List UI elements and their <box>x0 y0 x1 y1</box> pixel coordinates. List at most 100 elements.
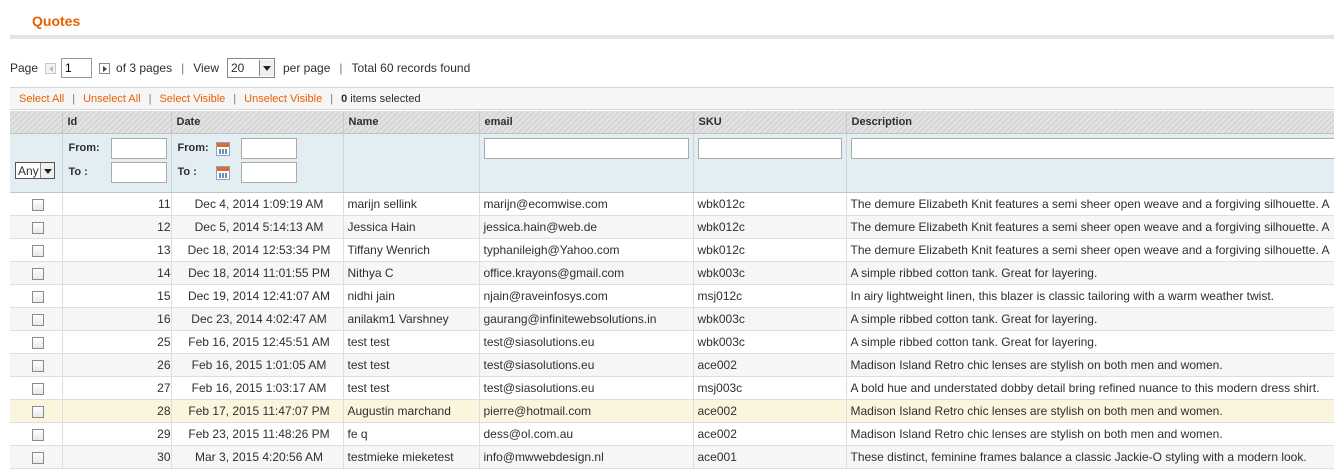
cell-name: marijn sellink <box>343 192 480 216</box>
table-row[interactable]: 30 Mar 3, 2015 4:20:56 AM testmieke mieket… <box>10 445 1334 469</box>
row-checkbox[interactable] <box>31 290 44 303</box>
cell-id: 25 <box>62 330 172 354</box>
date-to-input[interactable] <box>240 162 297 183</box>
cell-description: A simple ribbed cotton tank. Great for l… <box>846 261 1334 285</box>
cell-email: pierre@hotmail.com <box>479 399 694 423</box>
cell-description: In airy lightweight linen, this blazer i… <box>846 284 1334 308</box>
cell-sku: wbk003c <box>693 307 847 331</box>
filter-id-cell: From: To : <box>62 133 172 193</box>
cell-sku: msj003c <box>693 376 847 400</box>
cell-select <box>10 215 63 239</box>
unselect-visible-link[interactable]: Unselect Visible <box>244 93 322 105</box>
cell-description: The demure Elizabeth Knit features a sem… <box>846 238 1334 262</box>
row-checkbox[interactable] <box>31 359 44 372</box>
cell-description: A bold hue and understated dobby detail … <box>846 376 1334 400</box>
row-checkbox[interactable] <box>31 313 44 326</box>
cell-email: jessica.hain@web.de <box>479 215 694 239</box>
cell-date: Dec 18, 2014 11:01:55 PM <box>171 261 344 285</box>
pager-separator: | <box>181 61 185 75</box>
id-from-input[interactable] <box>110 138 167 159</box>
table-row[interactable]: 27 Feb 16, 2015 1:03:17 AM test test test@s… <box>10 376 1334 400</box>
row-checkbox[interactable] <box>31 198 44 211</box>
unselect-all-link[interactable]: Unselect All <box>83 93 140 105</box>
cell-id: 13 <box>62 238 172 262</box>
selected-count-label: items selected <box>350 92 421 105</box>
any-filter-select[interactable]: Any <box>15 162 55 179</box>
table-row[interactable]: 13 Dec 18, 2014 12:53:34 PM Tiffany Wenric… <box>10 238 1334 262</box>
pager-of-pages: of 3 pages <box>116 61 173 75</box>
table-row[interactable]: 14 Dec 18, 2014 11:01:55 PM Nithya Coffice… <box>10 261 1334 285</box>
chevron-down-icon[interactable] <box>40 163 54 178</box>
row-checkbox[interactable] <box>31 451 44 464</box>
cell-date: Dec 23, 2014 4:02:47 AM <box>171 307 344 331</box>
table-row[interactable]: 11 Dec 4, 2014 1:09:19 AM marijn sellink ma… <box>10 192 1334 216</box>
previous-page-arrow-icon[interactable] <box>45 62 57 74</box>
column-header-name[interactable]: Name <box>343 111 480 134</box>
per-page-label: per page <box>283 61 331 75</box>
cell-sku: wbk003c <box>693 330 847 354</box>
page-number-input[interactable] <box>61 58 93 78</box>
cell-email: marijn@ecomwise.com <box>479 192 694 216</box>
per-page-select[interactable]: 20 <box>227 58 275 78</box>
cell-date: Feb 23, 2015 11:48:26 PM <box>171 422 344 446</box>
column-header-select <box>10 111 63 134</box>
date-from-input[interactable] <box>240 138 297 159</box>
row-checkbox[interactable] <box>31 244 44 257</box>
table-row[interactable]: 28 Feb 17, 2015 11:47:07 PM Augustin march… <box>10 399 1334 423</box>
row-checkbox[interactable] <box>31 382 44 395</box>
cell-select <box>10 330 63 354</box>
pager-page-label: Page <box>10 61 39 75</box>
pager-separator: | <box>339 61 343 75</box>
table-row[interactable]: 16 Dec 23, 2014 4:02:47 AM anilakm1 Varshn… <box>10 307 1334 331</box>
filter-select-cell: Any <box>10 133 63 193</box>
row-checkbox[interactable] <box>31 267 44 280</box>
description-filter-input[interactable] <box>850 138 1334 159</box>
table-row[interactable]: 29 Feb 23, 2015 11:48:26 PM fe q dess@ol.co… <box>10 422 1334 446</box>
column-header-id[interactable]: Id <box>62 111 172 134</box>
cell-sku: wbk012c <box>693 238 847 262</box>
next-page-arrow-icon[interactable] <box>99 62 111 74</box>
chevron-down-icon[interactable] <box>259 60 274 76</box>
table-row[interactable]: 26 Feb 16, 2015 1:01:05 AM test test test@s… <box>10 353 1334 377</box>
massaction-separator: | <box>148 92 152 105</box>
select-all-link[interactable]: Select All <box>19 93 64 105</box>
cell-name: testmieke mieketest <box>343 445 480 469</box>
email-filter-input[interactable] <box>483 138 689 159</box>
selected-count: 0 <box>341 92 348 105</box>
any-filter-value: Any <box>18 163 39 178</box>
table-row[interactable]: 25 Feb 16, 2015 12:45:51 AM test test test@… <box>10 330 1334 354</box>
cell-select <box>10 353 63 377</box>
cell-date: Dec 5, 2014 5:14:13 AM <box>171 215 344 239</box>
sku-filter-input[interactable] <box>697 138 842 159</box>
table-row[interactable]: 12 Dec 5, 2014 5:14:13 AM Jessica Hain jess… <box>10 215 1334 239</box>
cell-name: Tiffany Wenrich <box>343 238 480 262</box>
cell-sku: ace002 <box>693 353 847 377</box>
column-header-date[interactable]: Date <box>171 111 344 134</box>
calendar-icon[interactable] <box>215 166 230 180</box>
cell-email: dess@ol.com.au <box>479 422 694 446</box>
cell-name: test test <box>343 330 480 354</box>
column-header-email[interactable]: email <box>479 111 694 134</box>
id-to-input[interactable] <box>110 162 167 183</box>
massaction-bar: Select All | Unselect All | Select Visib… <box>10 87 1334 110</box>
table-row[interactable]: 15 Dec 19, 2014 12:41:07 AM nidhi jain njai… <box>10 284 1334 308</box>
filter-description-cell <box>846 133 1334 193</box>
column-header-description[interactable]: Description <box>846 111 1334 134</box>
select-visible-link[interactable]: Select Visible <box>159 93 225 105</box>
row-checkbox[interactable] <box>31 221 44 234</box>
filter-name-cell <box>343 133 480 193</box>
calendar-icon[interactable] <box>215 142 230 156</box>
page-title: Quotes <box>32 13 81 29</box>
row-checkbox[interactable] <box>31 428 44 441</box>
id-to-label: To : <box>68 166 88 178</box>
row-checkbox[interactable] <box>31 405 44 418</box>
cell-date: Mar 3, 2015 4:20:56 AM <box>171 445 344 469</box>
cell-description: The demure Elizabeth Knit features a sem… <box>846 192 1334 216</box>
cell-sku: ace001 <box>693 445 847 469</box>
cell-description: Madison Island Retro chic lenses are sty… <box>846 422 1334 446</box>
row-checkbox[interactable] <box>31 336 44 349</box>
cell-sku: wbk003c <box>693 261 847 285</box>
column-header-sku[interactable]: SKU <box>693 111 847 134</box>
cell-name: Nithya C <box>343 261 480 285</box>
cell-select <box>10 261 63 285</box>
